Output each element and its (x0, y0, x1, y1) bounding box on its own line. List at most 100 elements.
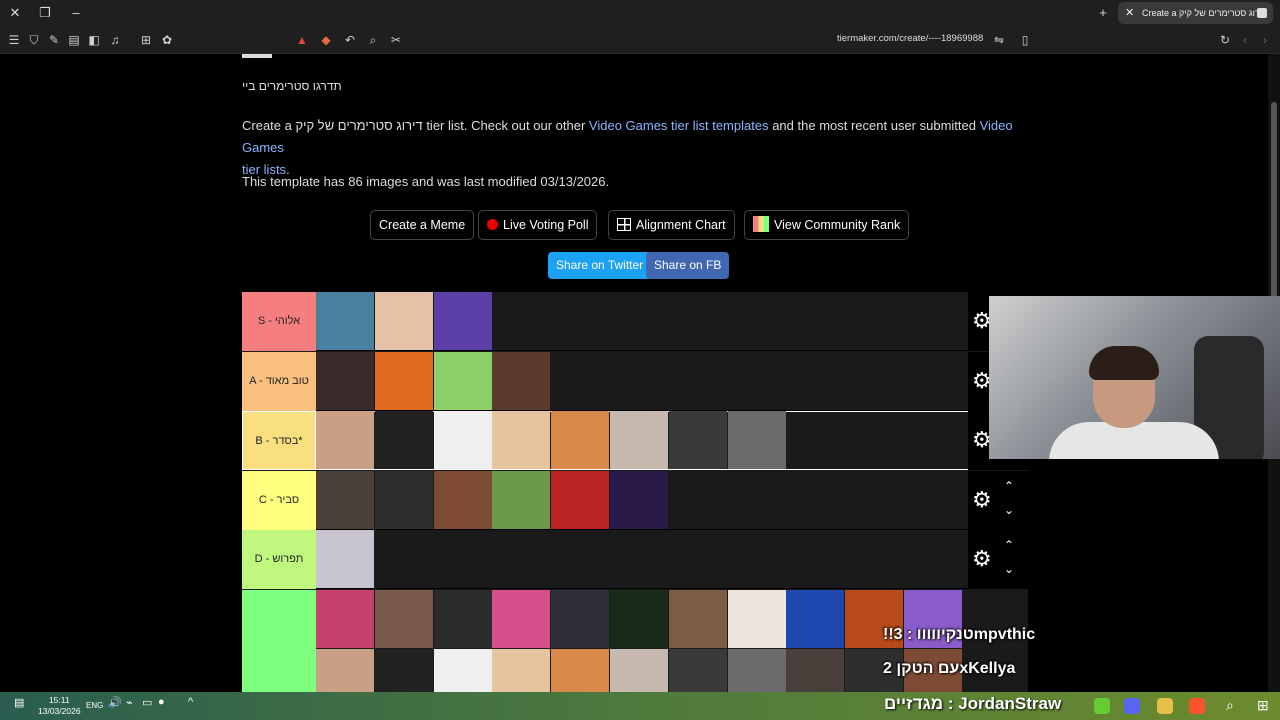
streamer-thumbnail[interactable] (374, 589, 433, 648)
create-meme-button[interactable]: Create a Meme (370, 210, 475, 240)
menu-icon[interactable]: ☰ (6, 32, 22, 48)
music-icon[interactable]: ♫ (107, 32, 123, 48)
streamer-thumbnail[interactable] (316, 351, 374, 410)
templates-link[interactable]: Video Games tier list templates (589, 118, 769, 133)
volume-icon[interactable]: 🔊 (108, 696, 122, 709)
streamer-thumbnail[interactable] (610, 648, 668, 692)
streamer-thumbnail[interactable] (374, 648, 433, 692)
streamer-thumbnail[interactable] (374, 411, 433, 469)
tier-label[interactable]: A - טוב מאוד (242, 351, 316, 411)
share-twitter-button[interactable]: Share on Twitter (548, 252, 652, 279)
streamer-thumbnail[interactable] (786, 648, 845, 692)
streamer-thumbnail[interactable] (786, 589, 845, 648)
streamer-thumbnail[interactable] (433, 470, 492, 529)
close-window-icon[interactable]: ✕ (5, 4, 25, 22)
streamer-thumbnail[interactable] (492, 351, 551, 410)
discord-icon[interactable] (1124, 698, 1140, 714)
search-icon[interactable]: ⌕ (1226, 697, 1234, 714)
zoom-icon[interactable]: ⌕ (365, 32, 381, 48)
display-icon[interactable]: ▭ (142, 696, 152, 709)
streamer-thumbnail[interactable] (316, 411, 374, 469)
bookmark-icon[interactable]: ▯ (1017, 32, 1033, 48)
streamer-thumbnail[interactable] (492, 589, 551, 648)
tray-expand-icon[interactable]: ^ (188, 696, 193, 708)
streamer-thumbnail[interactable] (551, 470, 610, 529)
brave-icon[interactable]: ▲ (294, 32, 310, 48)
close-tab-icon[interactable]: ✕ (1125, 2, 1134, 24)
alignment-chart-button[interactable]: Alignment Chart (608, 210, 735, 240)
streamer-thumbnail[interactable] (551, 589, 610, 648)
grid-icon (617, 218, 631, 231)
streamer-thumbnail[interactable] (492, 648, 551, 692)
brave-taskbar-icon[interactable] (1189, 698, 1205, 714)
streamer-thumbnail[interactable] (668, 411, 727, 469)
minimize-window-icon[interactable]: – (66, 4, 86, 22)
streamer-thumbnail[interactable] (727, 648, 786, 692)
streamer-thumbnail[interactable] (316, 470, 374, 529)
streamer-thumbnail[interactable] (551, 648, 610, 692)
sidebar-icon[interactable]: ◧ (86, 32, 102, 48)
clock[interactable]: 15:11 13/03/2026 (38, 695, 81, 717)
tier-label[interactable]: B - בסדר* (242, 411, 316, 470)
move-down-icon[interactable]: ⌄ (1004, 562, 1014, 576)
streamer-thumbnail[interactable] (316, 530, 374, 588)
streamer-thumbnail[interactable] (433, 292, 492, 350)
tier-label[interactable]: C - סביר (242, 470, 316, 530)
streamer-thumbnail[interactable] (374, 292, 433, 350)
wallet-icon[interactable]: ▤ (66, 32, 82, 48)
reload-icon[interactable]: ↻ (1217, 32, 1233, 48)
shields-icon[interactable]: ◆ (318, 32, 334, 48)
streamer-thumbnail[interactable] (374, 351, 433, 410)
streamer-thumbnail[interactable] (433, 351, 492, 410)
streamer-thumbnail[interactable] (727, 589, 786, 648)
streamer-thumbnail[interactable] (316, 292, 374, 350)
move-up-icon[interactable]: ⌃ (1004, 479, 1014, 493)
community-rank-button[interactable]: View Community Rank (744, 210, 910, 240)
app-b-icon[interactable] (1094, 698, 1110, 714)
streamer-thumbnail[interactable] (668, 589, 727, 648)
tune-icon[interactable]: ⇋ (991, 32, 1007, 48)
streamer-thumbnail[interactable] (727, 411, 786, 469)
tabs-icon[interactable]: ⊞ (138, 32, 154, 48)
streamer-thumbnail[interactable] (316, 589, 374, 648)
title-bar: ✕ ❐ – + ✕ Create a דירוג סטרימרים של קיק (0, 0, 1280, 27)
notification-icon[interactable]: ▤ (14, 696, 24, 709)
reader-icon[interactable]: ✂ (388, 32, 404, 48)
gear-icon[interactable]: ⚙ (972, 487, 992, 513)
move-up-icon[interactable]: ⌃ (1004, 538, 1014, 552)
tier-label[interactable]: S - אלוהי (242, 292, 316, 351)
streamer-thumbnail[interactable] (433, 648, 492, 692)
shield-icon[interactable]: ⛉ (26, 32, 42, 48)
restore-window-icon[interactable]: ❐ (35, 4, 55, 22)
tier-label[interactable] (242, 589, 316, 692)
new-tab-icon[interactable]: + (1093, 4, 1113, 22)
streamer-thumbnail[interactable] (433, 411, 492, 469)
streamer-thumbnail[interactable] (610, 411, 668, 469)
tier-label[interactable]: D - תפרוש (242, 530, 316, 589)
move-down-icon[interactable]: ⌄ (1004, 503, 1014, 517)
gear-icon[interactable]: ⚙ (972, 546, 992, 572)
streamer-thumbnail[interactable] (610, 589, 668, 648)
folder-icon[interactable] (1157, 698, 1173, 714)
undo-icon[interactable]: ↶ (342, 32, 358, 48)
address-bar[interactable]: tiermaker.com/create/----18969988 (837, 33, 983, 44)
streamer-thumbnail[interactable] (433, 589, 492, 648)
streamer-thumbnail[interactable] (610, 470, 668, 529)
tab-active[interactable]: ✕ Create a דירוג סטרימרים של קיק (1118, 2, 1273, 24)
pen-icon[interactable]: ✎ (46, 32, 62, 48)
share-fb-button[interactable]: Share on FB (646, 252, 730, 279)
extensions-icon[interactable]: ✿ (159, 32, 175, 48)
streamer-thumbnail[interactable] (374, 470, 433, 529)
network-icon[interactable]: ⌁ (126, 696, 133, 709)
streamer-thumbnail[interactable] (551, 411, 610, 469)
back-icon[interactable]: ‹ (1237, 32, 1253, 48)
streamer-thumbnail[interactable] (492, 411, 551, 469)
start-icon[interactable]: ⊞ (1257, 697, 1269, 714)
streamer-thumbnail[interactable] (316, 648, 374, 692)
live-poll-button[interactable]: Live Voting Poll (478, 210, 598, 240)
mic-icon[interactable]: ● (158, 696, 165, 708)
streamer-thumbnail[interactable] (668, 648, 727, 692)
language-indicator[interactable]: ENG (86, 701, 103, 710)
forward-icon[interactable]: › (1257, 32, 1273, 48)
streamer-thumbnail[interactable] (492, 470, 551, 529)
